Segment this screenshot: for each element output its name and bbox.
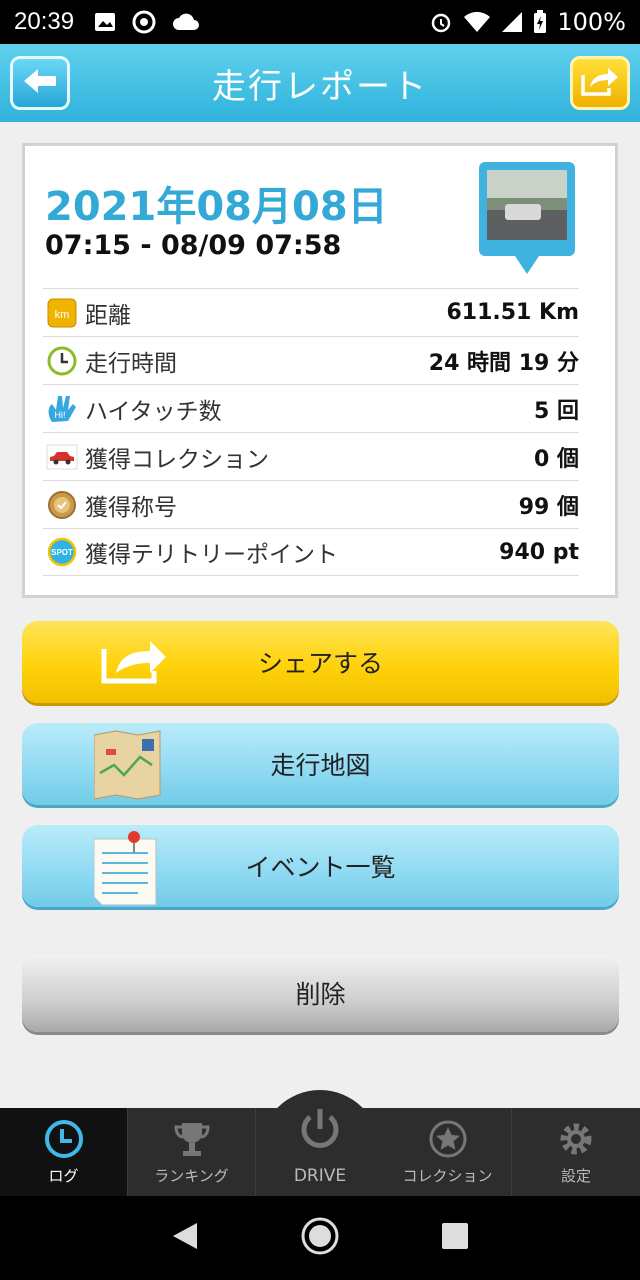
stat-value: 0 個 bbox=[534, 446, 579, 472]
chrome-icon bbox=[132, 10, 156, 34]
tab-log-label: ログ bbox=[48, 1167, 79, 1185]
hi-five-icon: Hi! bbox=[45, 393, 79, 425]
report-time-range: 07:15 - 08/09 07:58 bbox=[45, 230, 342, 261]
trophy-icon bbox=[172, 1117, 212, 1161]
event-list-button[interactable]: イベント一覧 bbox=[22, 825, 619, 907]
car-icon bbox=[45, 441, 79, 473]
delete-button-label: 削除 bbox=[295, 980, 346, 1009]
tab-collection-label: コレクション bbox=[402, 1167, 493, 1185]
arrow-left-icon bbox=[22, 67, 58, 99]
share-icon bbox=[94, 627, 184, 701]
share-button-label: シェアする bbox=[257, 649, 383, 678]
signal-icon bbox=[501, 11, 523, 33]
km-icon: km bbox=[45, 297, 79, 329]
svg-text:Hi!: Hi! bbox=[55, 410, 66, 420]
spot-icon: SPOT bbox=[45, 536, 79, 568]
stat-label: 走行時間 bbox=[85, 350, 177, 377]
status-time: 20:39 bbox=[14, 8, 75, 35]
stat-row-drive-time: 走行時間 24 時間 19 分 bbox=[43, 336, 579, 384]
battery-icon bbox=[533, 10, 547, 34]
drive-button-label: DRIVE bbox=[293, 1166, 347, 1186]
photo-pin-icon[interactable] bbox=[477, 160, 577, 280]
header-share-button[interactable] bbox=[570, 56, 630, 110]
clock-icon bbox=[45, 345, 79, 377]
wifi-icon bbox=[463, 11, 491, 33]
nav-back-icon[interactable] bbox=[171, 1221, 199, 1255]
tab-settings-label: 設定 bbox=[560, 1167, 591, 1185]
map-icon bbox=[93, 729, 184, 803]
stat-label: 獲得テリトリーポイント bbox=[85, 542, 338, 568]
power-icon bbox=[296, 1105, 344, 1158]
stat-row-titles: 獲得称号 99 個 bbox=[43, 480, 579, 528]
back-button[interactable] bbox=[10, 56, 70, 110]
star-icon bbox=[428, 1117, 468, 1161]
gallery-icon bbox=[94, 11, 116, 33]
event-list-button-label: イベント一覧 bbox=[245, 853, 396, 882]
nav-recents-icon[interactable] bbox=[441, 1222, 469, 1254]
tab-log[interactable]: ログ bbox=[0, 1108, 128, 1196]
tab-settings[interactable]: 設定 bbox=[512, 1108, 640, 1196]
stat-value: 940 pt bbox=[499, 539, 579, 565]
tab-collection[interactable]: コレクション bbox=[384, 1108, 512, 1196]
nav-home-icon[interactable] bbox=[300, 1216, 340, 1260]
stat-value: 611.51 Km bbox=[446, 300, 579, 325]
stat-value: 5 回 bbox=[534, 398, 579, 424]
share-button[interactable]: シェアする bbox=[22, 621, 619, 703]
delete-button[interactable]: 削除 bbox=[22, 954, 619, 1032]
drive-button[interactable]: DRIVE bbox=[260, 1090, 380, 1196]
stat-row-territory: SPOT 獲得テリトリーポイント 940 pt bbox=[43, 528, 579, 576]
tab-ranking[interactable]: ランキング bbox=[128, 1108, 256, 1196]
system-nav-bar bbox=[0, 1196, 640, 1280]
memo-pin-icon bbox=[93, 831, 184, 906]
status-bar: 20:39 100% bbox=[0, 0, 640, 44]
cloud-icon bbox=[172, 12, 200, 32]
svg-text:SPOT: SPOT bbox=[51, 548, 73, 557]
stat-label: ハイタッチ数 bbox=[85, 398, 222, 425]
stat-value: 24 時間 19 分 bbox=[428, 350, 579, 376]
drive-map-button-label: 走行地図 bbox=[270, 751, 371, 780]
tab-ranking-label: ランキング bbox=[154, 1167, 229, 1185]
clock-icon bbox=[44, 1117, 84, 1161]
medal-icon bbox=[45, 489, 79, 521]
stats-list: km 距離 611.51 Km 走行時間 24 時間 19 分 Hi! ハイタッ… bbox=[43, 288, 579, 576]
gear-icon bbox=[556, 1117, 596, 1161]
share-icon bbox=[580, 65, 620, 101]
drive-map-button[interactable]: 走行地図 bbox=[22, 723, 619, 805]
stat-row-hi-touch: Hi! ハイタッチ数 5 回 bbox=[43, 384, 579, 432]
alarm-icon bbox=[429, 10, 453, 34]
report-date: 2021年08月08日 bbox=[45, 184, 388, 230]
stat-row-distance: km 距離 611.51 Km bbox=[43, 288, 579, 336]
stat-row-collection: 獲得コレクション 0 個 bbox=[43, 432, 579, 480]
battery-percent: 100% bbox=[557, 8, 626, 36]
svg-text:km: km bbox=[55, 309, 70, 321]
stat-value: 99 個 bbox=[518, 494, 579, 520]
report-card: 2021年08月08日 07:15 - 08/09 07:58 km 距離 61… bbox=[22, 143, 618, 598]
stat-label: 獲得称号 bbox=[85, 494, 177, 521]
app-header: 走行レポート bbox=[0, 44, 640, 122]
stat-label: 獲得コレクション bbox=[85, 446, 269, 473]
page-title: 走行レポート bbox=[212, 66, 428, 107]
stat-label: 距離 bbox=[85, 302, 131, 329]
